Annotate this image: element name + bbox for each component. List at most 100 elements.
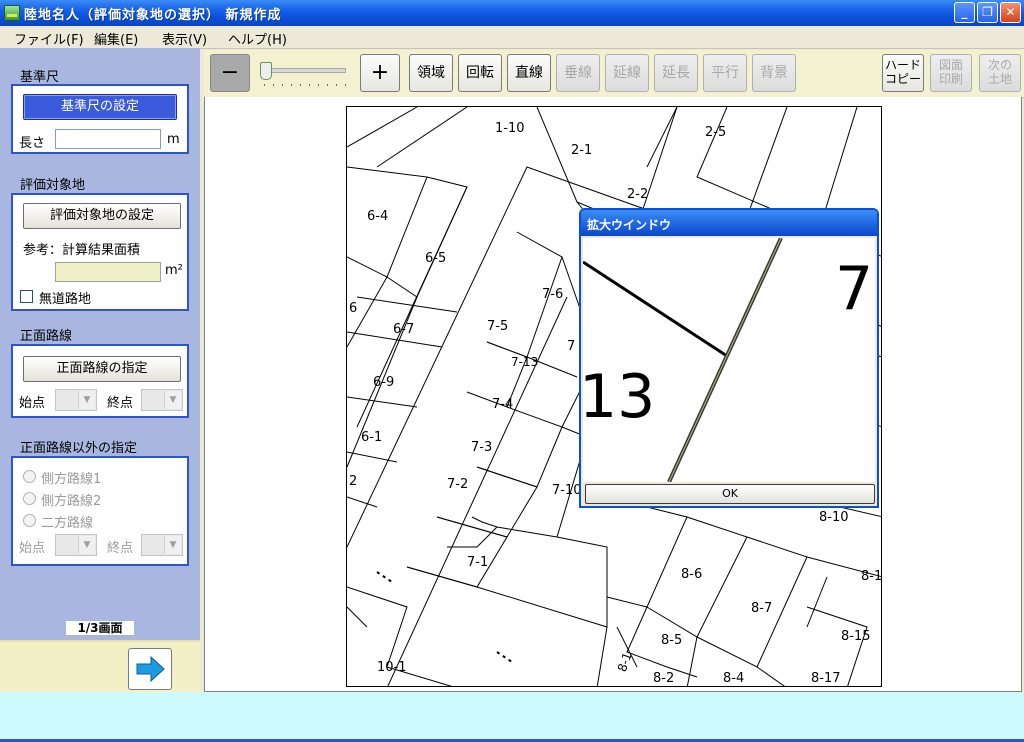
chevron-down-icon: ▼ bbox=[164, 391, 181, 409]
set-front-road-button[interactable]: 正面路線の指定 bbox=[23, 356, 181, 382]
chevron-down-icon: ▼ bbox=[164, 536, 181, 554]
other-start-label: 始点 bbox=[19, 541, 46, 556]
parcel-label: 7-6 bbox=[542, 287, 564, 302]
front-end-label: 終点 bbox=[107, 396, 134, 411]
hard-copy-line2: コピー bbox=[884, 72, 921, 86]
background-button[interactable]: 背景 bbox=[752, 54, 796, 92]
parcel-label: 8-4 bbox=[723, 671, 745, 686]
page-indicator: 1/3画面 bbox=[66, 621, 134, 635]
title-bar: 陸地名人（評価対象地の選択） 新規作成 _ ❐ ✕ bbox=[0, 0, 1024, 26]
print-drawing-button[interactable]: 図面 印刷 bbox=[930, 54, 972, 92]
other-group: 側方路線1 側方路線2 二方路線 始点 ▼ 終点 ▼ bbox=[11, 456, 189, 566]
target-section-title: 評価対象地 bbox=[20, 178, 86, 193]
parcel-label: 2-5 bbox=[705, 125, 727, 140]
parcel-label: 7-13 bbox=[511, 355, 539, 369]
scale-group: 基準尺の設定 長さ m bbox=[11, 84, 189, 154]
slider-ticks bbox=[264, 84, 348, 86]
side-road2-radio[interactable] bbox=[23, 492, 36, 505]
rotate-button[interactable]: 回転 bbox=[458, 54, 502, 92]
extension-button[interactable]: 延長 bbox=[654, 54, 698, 92]
other-section-title: 正面路線以外の指定 bbox=[20, 441, 138, 456]
scale-section-title: 基準尺 bbox=[20, 70, 60, 85]
menu-bar: ファイル(F) 編集(E) 表示(V) ヘルプ(H) bbox=[0, 26, 1024, 49]
set-scale-button[interactable]: 基準尺の設定 bbox=[23, 94, 177, 120]
hard-copy-button[interactable]: ハード コピー bbox=[882, 54, 924, 92]
menu-file[interactable]: ファイル(F) bbox=[14, 29, 84, 48]
parcel-label: 8-5 bbox=[661, 633, 683, 648]
menu-view[interactable]: 表示(V) bbox=[162, 29, 207, 48]
print-drawing-line1: 図面 bbox=[938, 58, 963, 72]
parcel-label: 8-1 bbox=[861, 569, 882, 584]
parcel-label: 1-10 bbox=[495, 121, 525, 136]
app-icon bbox=[4, 5, 20, 21]
slider-thumb[interactable] bbox=[260, 62, 272, 80]
front-start-select[interactable]: ▼ bbox=[55, 389, 97, 411]
parcel-label: 8-7 bbox=[751, 601, 773, 616]
front-start-label: 始点 bbox=[19, 396, 46, 411]
side-road2-label: 側方路線2 bbox=[41, 494, 102, 509]
front-group: 正面路線の指定 始点 ▼ 終点 ▼ bbox=[11, 344, 189, 418]
parcel-label: 8-17 bbox=[811, 671, 841, 686]
zoom-in-button[interactable]: + bbox=[360, 54, 400, 92]
parcel-label: 6-4 bbox=[367, 209, 389, 224]
parcel-label: 6-1 bbox=[361, 430, 383, 445]
minimize-button[interactable]: _ bbox=[954, 2, 975, 23]
toolbar: − + 領域 回転 直線 垂線 延線 延長 平行 背景 ハード コピー 図面 印… bbox=[204, 50, 1024, 98]
zoom-slider[interactable] bbox=[256, 60, 348, 88]
parallel-button[interactable]: 平行 bbox=[703, 54, 747, 92]
side-road1-radio[interactable] bbox=[23, 470, 36, 483]
parcel-label: 8-6 bbox=[681, 567, 703, 582]
no-road-label: 無道路地 bbox=[39, 292, 92, 307]
parcel-label: 6-7 bbox=[393, 322, 415, 337]
other-start-select[interactable]: ▼ bbox=[55, 534, 97, 556]
length-input[interactable] bbox=[55, 129, 161, 149]
extend-line-button[interactable]: 延線 bbox=[605, 54, 649, 92]
two-way-road-label: 二方路線 bbox=[41, 516, 94, 531]
zoom-window: 拡大ウインドウ 13 7- OK bbox=[579, 208, 879, 508]
zoom-window-titlebar[interactable]: 拡大ウインドウ bbox=[581, 210, 877, 236]
parcel-label: 2-2 bbox=[627, 187, 649, 202]
other-end-select[interactable]: ▼ bbox=[141, 534, 183, 556]
area-ref-label: 参考：計算結果面積 bbox=[23, 243, 141, 258]
parcel-label: 8-2 bbox=[653, 671, 675, 686]
next-land-line2: 土地 bbox=[987, 72, 1012, 86]
hard-copy-line1: ハード bbox=[884, 58, 921, 72]
window-title: 陸地名人（評価対象地の選択） 新規作成 bbox=[24, 8, 282, 23]
parcel-label: 7-2 bbox=[447, 477, 469, 492]
parcel-label: 10-1 bbox=[377, 660, 407, 675]
close-button[interactable]: ✕ bbox=[1000, 2, 1021, 23]
parcel-label: 2 bbox=[349, 474, 358, 489]
navigation-area bbox=[0, 640, 200, 694]
front-end-select[interactable]: ▼ bbox=[141, 389, 183, 411]
slider-track bbox=[260, 68, 346, 73]
menu-edit[interactable]: 編集(E) bbox=[94, 29, 138, 48]
next-page-button[interactable] bbox=[128, 648, 172, 690]
other-end-label: 終点 bbox=[107, 541, 134, 556]
next-land-button[interactable]: 次の 土地 bbox=[979, 54, 1021, 92]
region-button[interactable]: 領域 bbox=[409, 54, 453, 92]
straight-line-button[interactable]: 直線 bbox=[507, 54, 551, 92]
arrow-right-icon bbox=[136, 655, 165, 683]
no-road-checkbox[interactable] bbox=[20, 290, 33, 303]
parcel-label: 7 bbox=[567, 339, 576, 354]
parcel-label: 6-5 bbox=[425, 251, 447, 266]
chevron-down-icon: ▼ bbox=[78, 391, 95, 409]
zoom-label-right: 7- bbox=[835, 254, 875, 324]
left-panel: 基準尺 基準尺の設定 長さ m 評価対象地 評価対象地の設定 参考：計算結果面積… bbox=[0, 48, 200, 692]
set-target-button[interactable]: 評価対象地の設定 bbox=[23, 203, 181, 229]
two-way-road-radio[interactable] bbox=[23, 514, 36, 527]
perpendicular-button[interactable]: 垂線 bbox=[556, 54, 600, 92]
zoom-out-button[interactable]: − bbox=[210, 54, 250, 92]
parcel-label: 7-1 bbox=[467, 555, 489, 570]
area-input bbox=[55, 262, 161, 282]
parcel-label: 7-5 bbox=[487, 319, 509, 334]
target-group: 評価対象地の設定 参考：計算結果面積 m² 無道路地 bbox=[11, 193, 189, 311]
parcel-label: 8-10 bbox=[819, 510, 849, 525]
zoom-window-title: 拡大ウインドウ bbox=[587, 218, 672, 232]
parcel-label: 6 bbox=[349, 301, 358, 316]
maximize-button[interactable]: ❐ bbox=[977, 2, 998, 23]
length-unit: m bbox=[167, 132, 180, 147]
zoom-view: 13 7- bbox=[583, 238, 875, 482]
zoom-ok-button[interactable]: OK bbox=[585, 484, 875, 504]
menu-help[interactable]: ヘルプ(H) bbox=[228, 29, 287, 48]
